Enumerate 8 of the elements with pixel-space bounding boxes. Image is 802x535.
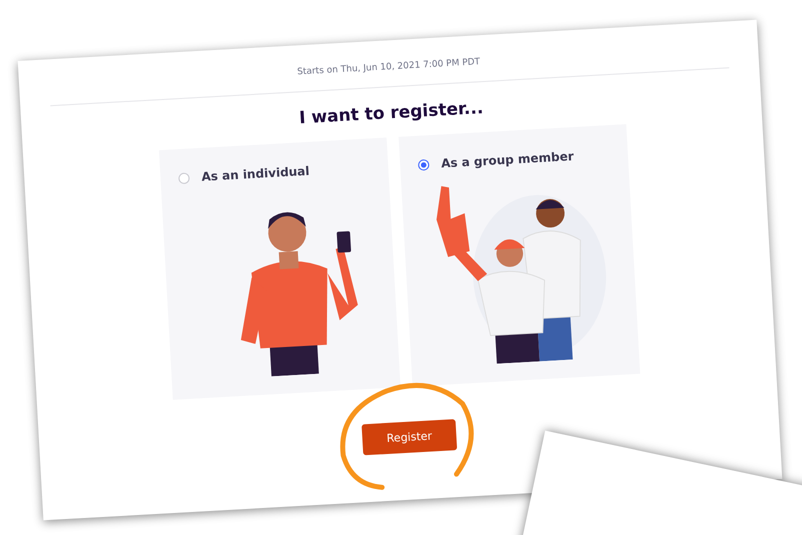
option-card[interactable]: As an individual [158,138,401,400]
register-button[interactable]: Register [362,418,457,455]
event-date: Starts on Thu, Jun 10, 2021 7:00 PM PDT [296,57,480,78]
option-card[interactable]: As a group member [398,124,640,386]
option-label: As an individual [201,164,310,184]
radio-button[interactable] [178,172,190,184]
radio-button[interactable] [418,158,430,170]
option-label: As a group member [440,149,574,171]
